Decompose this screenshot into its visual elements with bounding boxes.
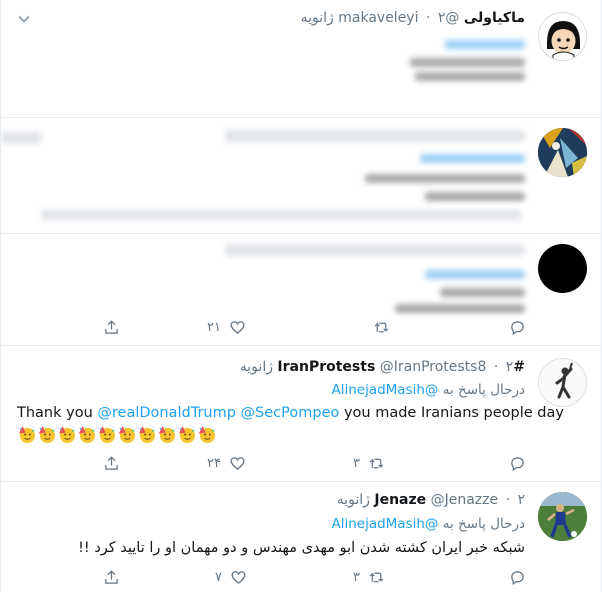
share-button[interactable] xyxy=(103,452,120,474)
tweet-text-part: you made Iranians people day xyxy=(339,405,564,421)
retweet-icon xyxy=(369,571,384,582)
tweet-jenazze[interactable]: Jenaze @Jenazze · ۲ ژانویه درحال پاسخ به… xyxy=(1,482,601,592)
blurred-mention xyxy=(445,40,525,49)
tweet-actions: ۷ ۳ xyxy=(1,566,601,588)
party-face-icon xyxy=(178,425,196,444)
replying-to-label: درحال پاسخ به xyxy=(442,382,525,398)
tweet-header: Jenaze @Jenazze · ۲ ژانویه xyxy=(337,492,525,508)
blurred-text-line xyxy=(415,72,525,81)
party-face-icon xyxy=(58,425,76,444)
avatar[interactable] xyxy=(538,244,587,293)
blurred-text-line xyxy=(395,304,525,313)
replying-to-mention[interactable]: @AlinejadMasih xyxy=(331,516,438,532)
reply-icon xyxy=(511,570,524,585)
separator-dot: · xyxy=(425,10,431,26)
party-face-icon xyxy=(98,425,116,444)
reply-button[interactable] xyxy=(509,316,526,338)
mention-secpompeo[interactable]: @SecPompeo xyxy=(241,405,340,421)
tweet-text-part: Thank you xyxy=(17,405,98,421)
separator-dot: · xyxy=(505,492,511,508)
replying-to: درحال پاسخ به @AlinejadMasih xyxy=(331,516,525,532)
share-icon xyxy=(105,455,118,470)
like-button[interactable]: ۲۴ xyxy=(207,452,246,474)
timeline-feed: ماکیاولی @makaveleyi · ۲ ژانویه ۲۱ #Iran… xyxy=(0,0,602,592)
tweet-iranprotests[interactable]: #IranProtests @IranProtests8 · ۲ ژانویه … xyxy=(1,346,601,482)
party-face-icon xyxy=(158,425,176,444)
tweet-header: #IranProtests @IranProtests8 · ۲ ژانویه xyxy=(240,359,525,375)
blurred-mention xyxy=(425,270,525,279)
author-handle[interactable]: @Jenazze xyxy=(431,492,499,508)
share-icon xyxy=(105,319,118,334)
party-face-icon xyxy=(78,425,96,444)
reply-icon xyxy=(511,320,524,335)
author-handle[interactable]: @IranProtests8 xyxy=(380,359,487,375)
share-button[interactable] xyxy=(103,566,120,588)
blurred-text-line xyxy=(365,174,525,183)
chevron-down-icon[interactable] xyxy=(17,12,31,26)
separator-dot: · xyxy=(493,359,499,375)
party-face-icon xyxy=(138,425,156,444)
author-name[interactable]: Jenaze xyxy=(374,492,426,508)
tweet-blurred[interactable] xyxy=(1,118,601,234)
share-button[interactable] xyxy=(103,316,120,338)
replying-to-label: درحال پاسخ به xyxy=(442,516,525,532)
like-count: ۷ xyxy=(215,569,222,585)
avatar[interactable] xyxy=(538,358,587,407)
party-face-icon xyxy=(198,425,216,444)
mention-realdonaldtrump[interactable]: @realDonaldTrump xyxy=(97,405,236,421)
retweet-icon xyxy=(369,457,384,468)
retweet-icon xyxy=(374,321,389,332)
heart-icon xyxy=(230,320,245,334)
avatar[interactable] xyxy=(538,128,587,177)
reply-button[interactable] xyxy=(509,452,526,474)
avatar[interactable] xyxy=(538,492,587,541)
tweet-actions: ۲۴ ۳ xyxy=(1,452,601,474)
blurred-text-line xyxy=(425,192,525,201)
reply-button[interactable] xyxy=(509,566,526,588)
blurred-mention xyxy=(420,154,525,163)
author-name[interactable]: ماکیاولی xyxy=(464,10,525,26)
tweet-text: Thank you @realDonaldTrump @SecPompeo yo… xyxy=(17,405,564,421)
retweet-button[interactable]: ۳ xyxy=(353,566,385,588)
blurred-text-line xyxy=(410,58,525,67)
like-count: ۲۴ xyxy=(207,455,221,471)
blurred-chevron xyxy=(1,132,41,144)
party-face-icon xyxy=(118,425,136,444)
avatar[interactable] xyxy=(538,12,587,61)
blurred-header xyxy=(225,244,525,256)
like-count: ۲۱ xyxy=(207,319,221,335)
replying-to-mention[interactable]: @AlinejadMasih xyxy=(331,382,438,398)
replying-to: درحال پاسخ به @AlinejadMasih xyxy=(331,382,525,398)
retweet-button[interactable] xyxy=(373,316,390,338)
like-button[interactable]: ۷ xyxy=(215,566,247,588)
retweet-count: ۳ xyxy=(353,455,360,471)
blurred-actions xyxy=(41,210,521,220)
party-face-icon xyxy=(18,425,36,444)
share-icon xyxy=(105,569,118,584)
tweet-actions: ۲۱ xyxy=(1,316,601,338)
tweet-text: شبکه خبر ایران کشته شدن ابو مهدی مهندس و… xyxy=(78,540,525,556)
heart-icon xyxy=(231,570,246,584)
party-face-icon xyxy=(38,425,56,444)
blurred-text-line xyxy=(440,288,525,297)
blurred-header xyxy=(225,130,525,142)
emoji-row xyxy=(17,425,217,444)
tweet-blurred-with-actions[interactable]: ۲۱ xyxy=(1,234,601,346)
reply-icon xyxy=(511,456,524,471)
heart-icon xyxy=(230,456,245,470)
like-button[interactable]: ۲۱ xyxy=(207,316,246,338)
tweet-makaveleyi[interactable]: ماکیاولی @makaveleyi · ۲ ژانویه xyxy=(1,0,601,118)
tweet-header: ماکیاولی @makaveleyi · ۲ ژانویه xyxy=(301,10,525,26)
retweet-count: ۳ xyxy=(353,569,360,585)
retweet-button[interactable]: ۳ xyxy=(353,452,385,474)
